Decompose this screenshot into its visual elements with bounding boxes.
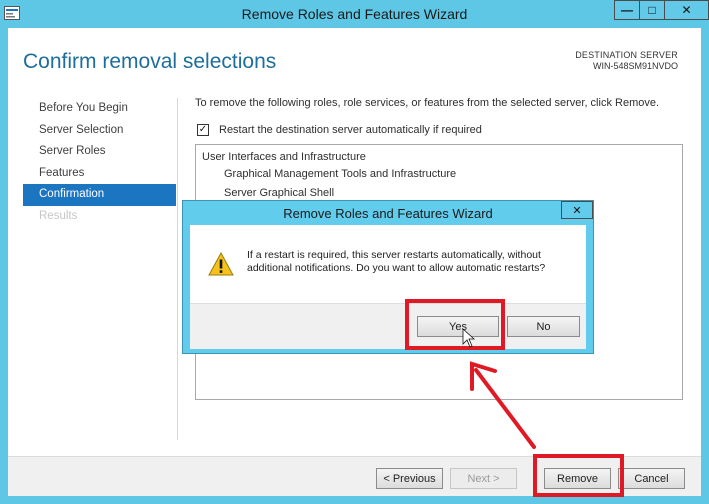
next-button: Next > xyxy=(450,468,517,489)
title-bar[interactable]: Remove Roles and Features Wizard — □ ✕ xyxy=(0,0,709,28)
destination-server-name: WIN-548SM91NVDO xyxy=(592,61,678,71)
destination-server-label: DESTINATION SERVER xyxy=(575,50,678,60)
page-title: Confirm removal selections xyxy=(23,50,277,73)
maximize-button[interactable]: □ xyxy=(639,0,665,20)
minimize-button[interactable]: — xyxy=(614,0,640,20)
minimize-icon: — xyxy=(621,3,633,17)
restart-confirm-dialog: Remove Roles and Features Wizard ✕ If a … xyxy=(182,200,594,354)
maximize-icon: □ xyxy=(648,3,656,17)
dialog-button-bar: Yes No xyxy=(190,303,586,349)
no-button[interactable]: No xyxy=(507,316,580,337)
dialog-close-button[interactable]: ✕ xyxy=(561,201,593,219)
previous-button[interactable]: < Previous xyxy=(376,468,443,489)
close-button[interactable]: ✕ xyxy=(664,0,709,20)
cancel-button[interactable]: Cancel xyxy=(618,468,685,489)
nav-divider xyxy=(177,98,178,440)
instruction-text: To remove the following roles, role serv… xyxy=(195,97,660,109)
warning-icon xyxy=(208,251,234,276)
list-item: Graphical Management Tools and Infrastru… xyxy=(224,168,457,180)
close-icon: ✕ xyxy=(572,204,582,217)
nav-item-before-you-begin[interactable]: Before You Begin xyxy=(23,98,176,120)
nav-item-results: Results xyxy=(39,209,78,222)
yes-highlight-box xyxy=(405,299,505,350)
dialog-message: If a restart is required, this server re… xyxy=(247,249,546,274)
nav-item-server-roles[interactable]: Server Roles xyxy=(23,141,176,163)
remove-highlight-box xyxy=(533,454,624,497)
dialog-title: Remove Roles and Features Wizard xyxy=(283,206,493,221)
window-title: Remove Roles and Features Wizard xyxy=(241,6,468,22)
close-icon: ✕ xyxy=(681,3,692,17)
nav-item-server-selection[interactable]: Server Selection xyxy=(23,120,176,142)
list-item: Server Graphical Shell xyxy=(224,187,335,199)
nav-item-confirmation[interactable]: Confirmation xyxy=(23,184,176,206)
checkmark-icon: ✓ xyxy=(198,124,208,135)
wizard-nav: Before You Begin Server Selection Server… xyxy=(23,98,176,227)
nav-item-features[interactable]: Features xyxy=(23,163,176,185)
restart-checkbox-label[interactable]: Restart the destination server automatic… xyxy=(219,124,482,136)
restart-checkbox[interactable]: ✓ xyxy=(197,124,209,136)
dialog-body: If a restart is required, this server re… xyxy=(190,225,586,349)
list-item: User Interfaces and Infrastructure xyxy=(202,151,366,163)
restart-option[interactable]: ✓ Restart the destination server automat… xyxy=(197,124,482,136)
